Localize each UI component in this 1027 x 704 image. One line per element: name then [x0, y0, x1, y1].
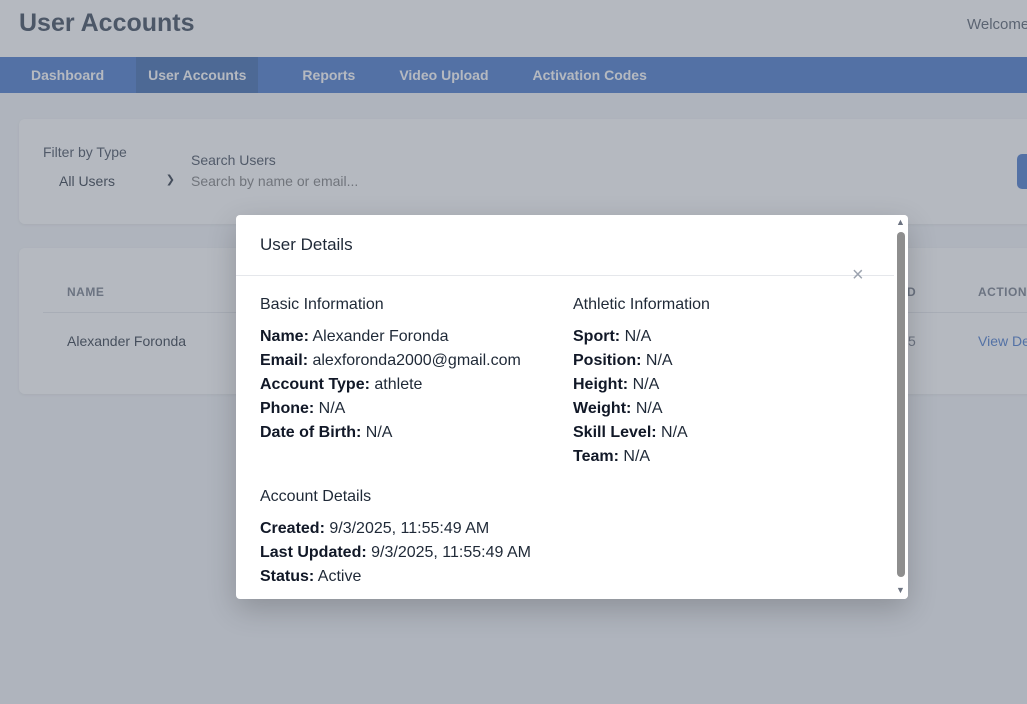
user-details-modal: User Details × Basic Information Name: A… — [236, 215, 908, 599]
weight-value: N/A — [635, 400, 663, 417]
account-type-label: Account Type: — [260, 376, 370, 393]
email-label: Email: — [260, 352, 309, 369]
account-status-row: Status: Active — [260, 568, 361, 586]
account-type-value: athlete — [374, 376, 423, 393]
email-value: alexforonda2000@gmail.com — [312, 352, 521, 369]
status-value: Active — [317, 568, 362, 585]
scroll-up-arrow-icon[interactable]: ▲ — [896, 217, 905, 227]
name-label: Name: — [260, 328, 309, 345]
basic-type-row: Account Type: athlete — [260, 376, 422, 394]
close-icon[interactable]: × — [852, 264, 864, 286]
athletic-position-row: Position: N/A — [573, 352, 673, 370]
height-label: Height: — [573, 376, 629, 393]
position-value: N/A — [645, 352, 673, 369]
athletic-info-heading: Athletic Information — [573, 296, 710, 313]
weight-label: Weight: — [573, 400, 632, 417]
scrollbar-thumb[interactable] — [897, 232, 905, 577]
status-label: Status: — [260, 568, 315, 585]
athletic-team-row: Team: N/A — [573, 448, 650, 466]
athletic-skill-row: Skill Level: N/A — [573, 424, 688, 442]
last-updated-label: Last Updated: — [260, 544, 367, 561]
modal-header-divider — [236, 275, 894, 276]
basic-phone-row: Phone: N/A — [260, 400, 345, 418]
last-updated-value: 9/3/2025, 11:55:49 AM — [371, 544, 531, 561]
sport-value: N/A — [624, 328, 652, 345]
modal-scrollbar[interactable]: ▲ ▼ — [894, 215, 908, 599]
basic-dob-row: Date of Birth: N/A — [260, 424, 392, 442]
athletic-sport-row: Sport: N/A — [573, 328, 651, 346]
athletic-weight-row: Weight: N/A — [573, 400, 662, 418]
account-created-row: Created: 9/3/2025, 11:55:49 AM — [260, 520, 489, 538]
created-label: Created: — [260, 520, 325, 537]
dob-label: Date of Birth: — [260, 424, 362, 441]
athletic-height-row: Height: N/A — [573, 376, 659, 394]
team-value: N/A — [623, 448, 651, 465]
account-updated-row: Last Updated: 9/3/2025, 11:55:49 AM — [260, 544, 531, 562]
basic-info-heading: Basic Information — [260, 296, 384, 313]
skill-level-value: N/A — [661, 424, 688, 441]
created-value: 9/3/2025, 11:55:49 AM — [329, 520, 490, 537]
name-value: Alexander Foronda — [312, 328, 449, 345]
sport-label: Sport: — [573, 328, 621, 345]
team-label: Team: — [573, 448, 619, 465]
scroll-down-arrow-icon[interactable]: ▼ — [896, 585, 905, 595]
modal-title: User Details — [260, 235, 353, 254]
height-value: N/A — [632, 376, 660, 393]
skill-level-label: Skill Level: — [573, 424, 657, 441]
phone-label: Phone: — [260, 400, 315, 417]
basic-name-row: Name: Alexander Foronda — [260, 328, 449, 346]
basic-email-row: Email: alexforonda2000@gmail.com — [260, 352, 521, 370]
dob-value: N/A — [365, 424, 393, 441]
position-label: Position: — [573, 352, 642, 369]
phone-value: N/A — [318, 400, 346, 417]
account-details-heading: Account Details — [260, 488, 372, 505]
